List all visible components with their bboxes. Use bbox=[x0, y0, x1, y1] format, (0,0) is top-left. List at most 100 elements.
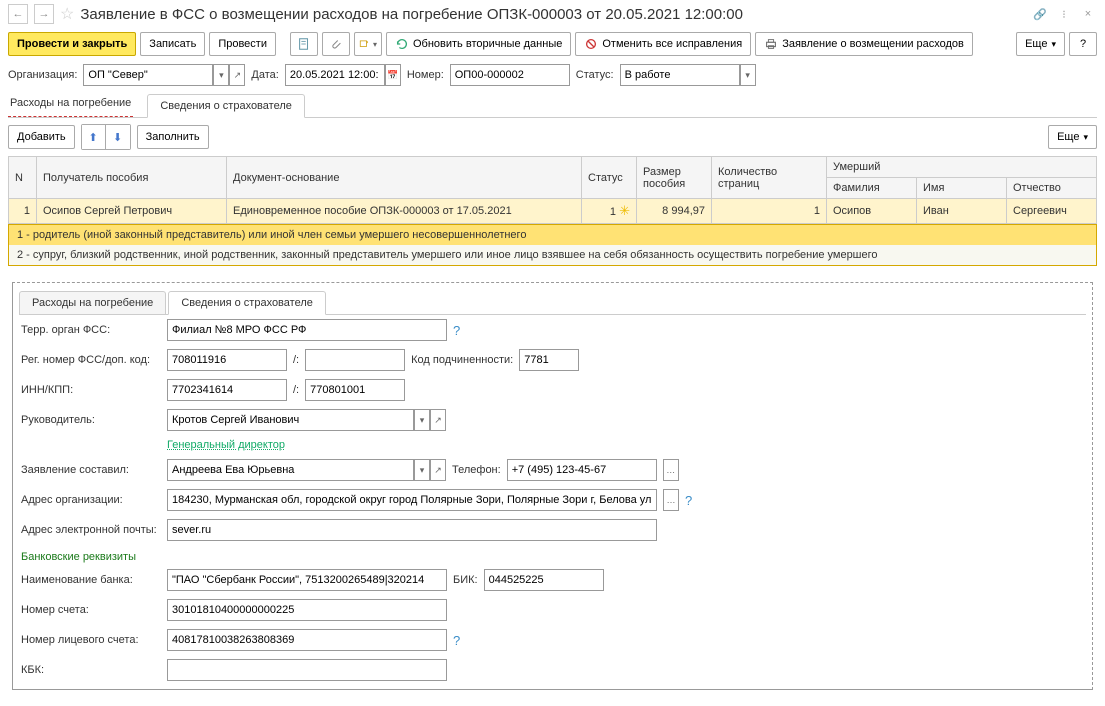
bank-section-title: Банковские реквизиты bbox=[13, 545, 1092, 565]
insurer-pane: Расходы на погребение Сведения о страхов… bbox=[12, 282, 1093, 690]
settings-icon-button[interactable]: ▾ bbox=[354, 32, 382, 56]
print-label: Заявление о возмещении расходов bbox=[782, 38, 964, 50]
save-button[interactable]: Записать bbox=[140, 32, 205, 56]
pacc-hint-icon[interactable]: ? bbox=[453, 633, 460, 648]
tab-insurer[interactable]: Сведения о страхователе bbox=[147, 94, 305, 118]
num-input[interactable] bbox=[450, 64, 570, 86]
email-input[interactable] bbox=[167, 519, 657, 541]
head-dropdown-icon[interactable]: ▾ bbox=[414, 409, 430, 431]
attach-icon-button[interactable] bbox=[322, 32, 350, 56]
reg-dop-input[interactable] bbox=[305, 349, 405, 371]
move-up-button[interactable]: ⬆ bbox=[82, 125, 106, 149]
table-row[interactable]: 1 Осипов Сергей Петрович Единовременное … bbox=[9, 199, 1097, 224]
cell-otch: Сергеевич bbox=[1007, 199, 1097, 224]
bank-label: Наименование банка: bbox=[21, 574, 161, 586]
cell-fam: Осипов bbox=[827, 199, 917, 224]
fill-button[interactable]: Заполнить bbox=[137, 125, 209, 149]
col-status: Статус bbox=[582, 157, 637, 199]
reg-input[interactable] bbox=[167, 349, 287, 371]
phone-more-icon[interactable]: … bbox=[663, 459, 679, 481]
org-open-icon[interactable]: ↗ bbox=[229, 64, 245, 86]
commit-button[interactable]: Провести bbox=[209, 32, 276, 56]
addr-input[interactable] bbox=[167, 489, 657, 511]
pane-tab-insurer[interactable]: Сведения о страхователе bbox=[168, 291, 326, 315]
col-basis: Документ-основание bbox=[227, 157, 582, 199]
col-name: Имя bbox=[917, 178, 1007, 199]
dropdown-option-1[interactable]: 1 - родитель (иной законный представител… bbox=[9, 225, 1096, 245]
link-icon[interactable]: 🔗 bbox=[1031, 5, 1049, 23]
phone-label: Телефон: bbox=[452, 464, 501, 476]
kpp-input[interactable] bbox=[305, 379, 405, 401]
col-amount: Размер пособия bbox=[637, 157, 712, 199]
kod-input[interactable] bbox=[519, 349, 579, 371]
status-input[interactable] bbox=[620, 64, 740, 86]
date-picker-icon[interactable]: 📅 bbox=[385, 64, 401, 86]
reg-label: Рег. номер ФСС/доп. код: bbox=[21, 354, 161, 366]
org-dropdown-icon[interactable]: ▾ bbox=[213, 64, 229, 86]
col-pages: Количество страниц bbox=[712, 157, 827, 199]
acc-label: Номер счета: bbox=[21, 604, 161, 616]
bik-input[interactable] bbox=[484, 569, 604, 591]
refresh-label: Обновить вторичные данные bbox=[413, 38, 562, 50]
window-title: Заявление в ФСС о возмещении расходов на… bbox=[80, 6, 1025, 23]
inn-label: ИНН/КПП: bbox=[21, 384, 161, 396]
print-app-button[interactable]: Заявление о возмещении расходов bbox=[755, 32, 973, 56]
cell-basis: Единовременное пособие ОПЗК-000003 от 17… bbox=[227, 199, 582, 224]
phone-input[interactable] bbox=[507, 459, 657, 481]
slash-1: /: bbox=[293, 354, 299, 366]
pane-tab-expenses[interactable]: Расходы на погребение bbox=[19, 291, 166, 314]
cell-pages: 1 bbox=[712, 199, 827, 224]
kod-label: Код подчиненности: bbox=[411, 354, 513, 366]
close-icon[interactable]: × bbox=[1079, 5, 1097, 23]
add-button[interactable]: Добавить bbox=[8, 125, 75, 149]
cell-recipient: Осипов Сергей Петрович bbox=[37, 199, 227, 224]
help-icon[interactable]: ⁝ bbox=[1055, 5, 1073, 23]
status-label: Статус: bbox=[576, 69, 614, 81]
dropdown-option-2[interactable]: 2 - супруг, близкий родственник, иной ро… bbox=[9, 245, 1096, 265]
head-input[interactable] bbox=[167, 409, 414, 431]
email-label: Адрес электронной почты: bbox=[21, 524, 161, 536]
expenses-table: N Получатель пособия Документ-основание … bbox=[8, 156, 1097, 224]
num-label: Номер: bbox=[407, 69, 444, 81]
more-button[interactable]: Еще ▾ bbox=[1016, 32, 1065, 56]
col-otch: Отчество bbox=[1007, 178, 1097, 199]
acc-input[interactable] bbox=[167, 599, 447, 621]
head-open-icon[interactable]: ↗ bbox=[430, 409, 446, 431]
refresh-button[interactable]: Обновить вторичные данные bbox=[386, 32, 571, 56]
bank-input[interactable] bbox=[167, 569, 447, 591]
busy-icon: ✳ bbox=[619, 203, 630, 218]
author-dropdown-icon[interactable]: ▾ bbox=[414, 459, 430, 481]
grid-more-button[interactable]: Еще ▾ bbox=[1048, 125, 1097, 149]
cancel-label: Отменить все исправления bbox=[602, 38, 742, 50]
move-down-button[interactable]: ⬇ bbox=[106, 125, 130, 149]
addr-label: Адрес организации: bbox=[21, 494, 161, 506]
terr-hint-icon[interactable]: ? bbox=[453, 323, 460, 338]
cancel-fixes-button[interactable]: Отменить все исправления bbox=[575, 32, 751, 56]
help-button[interactable]: ? bbox=[1069, 32, 1097, 56]
org-label: Организация: bbox=[8, 69, 77, 81]
commit-close-button[interactable]: Провести и закрыть bbox=[8, 32, 136, 56]
cell-status[interactable]: 1 ✳ bbox=[582, 199, 637, 224]
doc-icon-button[interactable] bbox=[290, 32, 318, 56]
terr-input[interactable] bbox=[167, 319, 447, 341]
nav-back-button[interactable]: ← bbox=[8, 4, 28, 24]
terr-label: Терр. орган ФСС: bbox=[21, 324, 161, 336]
author-label: Заявление составил: bbox=[21, 464, 161, 476]
addr-hint-icon[interactable]: ? bbox=[685, 493, 692, 508]
favorite-star-icon[interactable]: ☆ bbox=[60, 4, 74, 24]
addr-more-icon[interactable]: … bbox=[663, 489, 679, 511]
head-position-link[interactable]: Генеральный директор bbox=[167, 439, 285, 451]
col-n: N bbox=[9, 157, 37, 199]
inn-input[interactable] bbox=[167, 379, 287, 401]
status-dropdown-icon[interactable]: ▾ bbox=[740, 64, 756, 86]
nav-forward-button[interactable]: → bbox=[34, 4, 54, 24]
date-label: Дата: bbox=[251, 69, 278, 81]
pacc-input[interactable] bbox=[167, 629, 447, 651]
author-input[interactable] bbox=[167, 459, 414, 481]
pacc-label: Номер лицевого счета: bbox=[21, 634, 161, 646]
kbk-input[interactable] bbox=[167, 659, 447, 681]
org-input[interactable] bbox=[83, 64, 213, 86]
date-input[interactable] bbox=[285, 64, 385, 86]
tab-expenses[interactable]: Расходы на погребение bbox=[8, 94, 133, 117]
author-open-icon[interactable]: ↗ bbox=[430, 459, 446, 481]
